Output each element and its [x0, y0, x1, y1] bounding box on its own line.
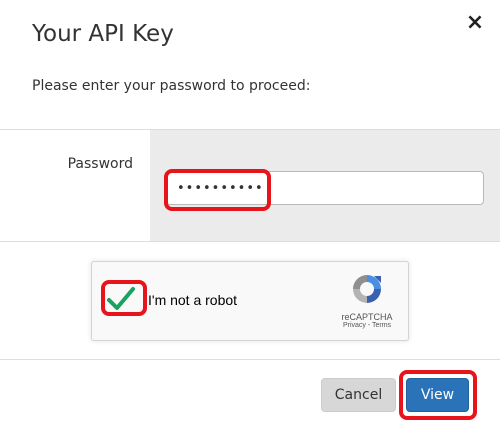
- password-label: Password: [67, 156, 133, 172]
- recaptcha-widget: I'm not a robot reCAPTCHA Privacy - Term…: [91, 261, 409, 341]
- divider-middle: [0, 241, 500, 242]
- dialog-intro-text: Please enter your password to proceed:: [32, 78, 311, 94]
- password-label-column: Password: [0, 130, 150, 241]
- password-form-row: Password: [0, 130, 500, 241]
- recaptcha-brand-text: reCAPTCHA: [341, 312, 393, 322]
- api-key-dialog: Your API Key × Please enter your passwor…: [0, 0, 500, 427]
- recaptcha-label: I'm not a robot: [148, 292, 238, 308]
- dialog-title: Your API Key: [32, 21, 174, 47]
- cancel-button[interactable]: Cancel: [321, 378, 396, 412]
- view-button[interactable]: View: [406, 378, 469, 412]
- password-input[interactable]: [166, 171, 484, 205]
- close-button[interactable]: ×: [464, 12, 486, 34]
- recaptcha-branding: reCAPTCHA Privacy - Terms: [332, 272, 402, 334]
- close-icon: ×: [465, 10, 485, 35]
- recaptcha-checkbox[interactable]: [106, 284, 136, 314]
- divider-bottom: [0, 359, 500, 360]
- recaptcha-privacy-terms-link[interactable]: Privacy - Terms: [332, 322, 402, 329]
- checkmark-icon: [107, 287, 135, 310]
- password-input-column: [150, 130, 500, 241]
- recaptcha-logo-icon: [353, 275, 381, 303]
